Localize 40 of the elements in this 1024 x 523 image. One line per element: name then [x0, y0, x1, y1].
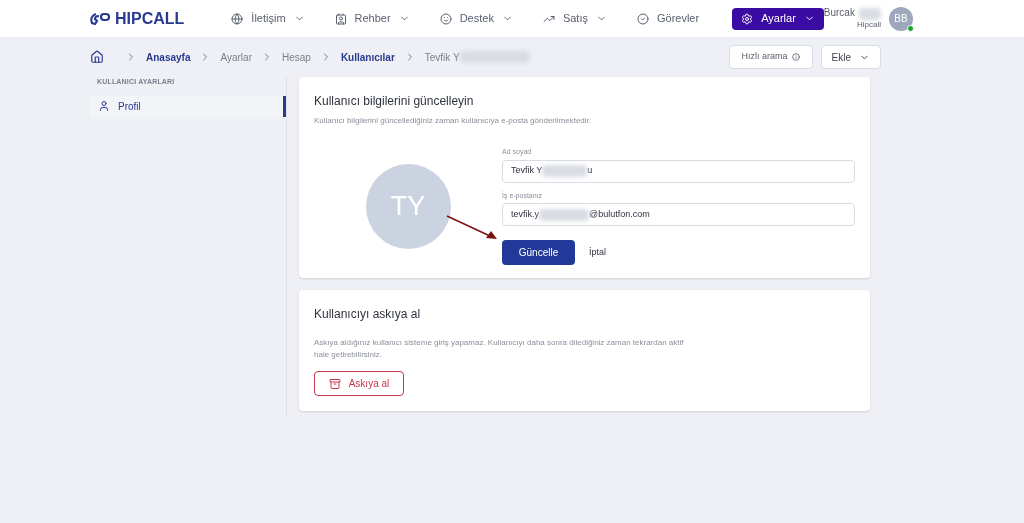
home-icon[interactable] [90, 50, 104, 64]
card-description: Askıya aldığınız kullanıcı sisteme giriş yapamaz. Kullanıcıyı daha sonra dilediğiniz zaman tekrardan aktif hale getirebilirsiniz. [314, 337, 684, 361]
card-title: Kullanıcı bilgilerini güncelleyin [314, 93, 475, 110]
redaction-blur [858, 7, 881, 20]
add-button[interactable]: Ekle [820, 45, 881, 69]
arrow-annotation [446, 215, 498, 241]
nav-icon [439, 12, 452, 25]
user-icon [98, 100, 110, 112]
phone-logo-icon [89, 11, 111, 26]
breadcrumb-link[interactable]: Anasayfa [146, 49, 191, 65]
nav-menu-item[interactable]: Destek [430, 10, 522, 27]
nav-menu-item[interactable]: Rehber [325, 10, 419, 27]
user-name: Burcak [823, 7, 855, 20]
suspend-button[interactable]: Askıya al [314, 371, 404, 396]
nav-menu-item[interactable]: Görevler [627, 10, 709, 27]
nav-icon [334, 12, 347, 25]
card-title: Kullanıcıyı askıya al [314, 306, 422, 323]
breadcrumb-item: Ayarlar [220, 50, 252, 65]
nav-icon [636, 12, 649, 25]
text-field[interactable]: Tevfik Y u [502, 159, 855, 183]
archive-icon [328, 377, 341, 390]
breadcrumb-item: Hesap [281, 50, 311, 65]
card-subtitle: Kullanıcı bilgilerini güncellediğiniz zaman kullanıcıya e-posta gönderilmektedir. [314, 115, 593, 127]
breadcrumb-item: Tevfik Y [424, 50, 460, 65]
company-name: Hipcall [856, 19, 881, 30]
info-icon [791, 53, 800, 61]
redaction-blur [542, 165, 588, 177]
nav-menu-item[interactable]: Ayarlar [732, 7, 824, 30]
redaction-blur [539, 208, 589, 221]
logo-text: HIPCALL [115, 8, 185, 29]
nav-menu-item[interactable]: İletişim [222, 10, 314, 27]
update-button[interactable]: Güncelle [502, 240, 575, 265]
text-field[interactable]: tevfik.y @bulutfon.com [502, 203, 855, 226]
breadcrumb-link[interactable]: Kullanıcılar [340, 49, 395, 65]
sidebar-item[interactable]: Profil [90, 95, 286, 117]
nav-icon [231, 12, 244, 25]
cancel-link[interactable]: İptal [589, 245, 606, 260]
nav-icon [741, 12, 754, 25]
quick-call-button[interactable]: Hızlı arama [728, 45, 813, 69]
nav-menu-item[interactable]: Satış [533, 10, 616, 27]
